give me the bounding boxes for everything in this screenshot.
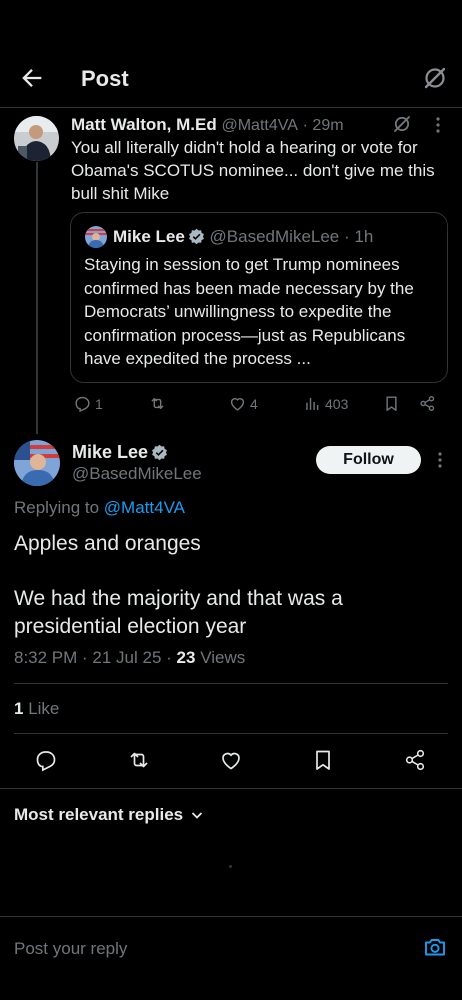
replies-sort-dropdown[interactable]: Most relevant replies (14, 805, 205, 825)
reply-composer (0, 916, 462, 1000)
avatar[interactable] (14, 440, 60, 486)
grok-icon[interactable] (392, 114, 412, 134)
heart-icon (230, 398, 245, 411)
heart-icon[interactable] (219, 748, 243, 772)
verified-badge-icon (188, 228, 205, 245)
tweet-time: · 29m (302, 117, 344, 134)
share-icon (420, 396, 435, 411)
likes-count: 1 (14, 699, 24, 718)
reply-input[interactable] (14, 937, 394, 961)
tweet-timestamp: 8:32 PM · 21 Jul 25 · (14, 648, 177, 667)
quoted-tweet-card[interactable]: Mike Lee @BasedMikeLee · 1h Staying in s… (70, 212, 448, 383)
page-title: Post (81, 66, 129, 91)
bookmark-icon (386, 396, 397, 411)
tweet-text: You all literally didn't hold a hearing … (71, 138, 435, 203)
more-options-icon[interactable] (430, 450, 450, 470)
tweet-meta: 8:32 PM · 21 Jul 25 · 23 Views (14, 648, 245, 668)
avatar (85, 226, 107, 248)
view-count: 403 (325, 395, 349, 412)
chevron-down-icon (191, 812, 203, 819)
views-chart-icon (306, 397, 319, 410)
parent-tweet-header: Matt Walton, M.Ed @Matt4VA · 29m (71, 115, 344, 135)
replying-to-label: Replying to (14, 498, 100, 517)
author-name[interactable]: Matt Walton, M.Ed (71, 115, 217, 134)
tweet-text: Apples and oranges We had the majority a… (14, 530, 444, 641)
parent-tweet-actions: 1 4 403 (70, 394, 448, 418)
reply-button[interactable]: 1 (73, 394, 103, 413)
author-name[interactable]: Mike Lee (72, 442, 148, 462)
share-icon[interactable] (403, 748, 427, 772)
like-button[interactable]: 4 (228, 394, 258, 413)
views-count: 23 (176, 648, 196, 667)
tweet-text-line: We had the majority and that was a presi… (14, 587, 343, 638)
likes-summary[interactable]: 1 Like (14, 699, 59, 719)
views-button[interactable]: 403 (303, 394, 348, 413)
tweet-time: · 1h (344, 227, 374, 246)
like-count: 4 (250, 395, 258, 412)
loading-indicator (229, 865, 232, 868)
author-name: Mike Lee (113, 227, 185, 246)
repost-icon (151, 398, 164, 409)
divider (0, 788, 462, 789)
main-tweet-actions (0, 748, 462, 774)
divider (14, 683, 448, 684)
likes-label: Like (28, 699, 60, 718)
more-options-icon[interactable] (428, 115, 448, 135)
divider (14, 733, 448, 734)
bookmark-button[interactable] (382, 394, 401, 413)
thread-connector-line (36, 162, 38, 434)
sort-label: Most relevant replies (14, 805, 184, 824)
tweet-text-line: Apples and oranges (14, 532, 201, 555)
share-button[interactable] (418, 394, 437, 413)
follow-button[interactable]: Follow (316, 446, 421, 474)
repost-button[interactable] (148, 394, 167, 413)
repost-icon[interactable] (127, 748, 151, 772)
quoted-tweet-header: Mike Lee @BasedMikeLee · 1h (113, 227, 373, 247)
author-handle: @BasedMikeLee (209, 227, 340, 246)
author-handle[interactable]: @BasedMikeLee (72, 464, 202, 484)
quoted-tweet-text: Staying in session to get Trump nominees… (84, 255, 414, 368)
avatar[interactable] (14, 116, 59, 161)
verified-badge-icon (151, 444, 168, 461)
reply-icon[interactable] (34, 748, 58, 772)
grok-icon[interactable] (422, 65, 448, 91)
reply-count: 1 (95, 395, 103, 412)
views-label: Views (200, 648, 246, 667)
camera-icon[interactable] (423, 935, 447, 959)
replying-to-link[interactable]: @Matt4VA (104, 498, 185, 517)
replying-to-line: Replying to @Matt4VA (14, 498, 185, 518)
reply-icon (75, 396, 90, 413)
bookmark-icon[interactable] (311, 748, 335, 772)
header-bar: Post (0, 48, 462, 108)
author-name-row: Mike Lee (72, 442, 168, 463)
back-arrow-icon[interactable] (18, 64, 46, 92)
author-handle[interactable]: @Matt4VA (221, 117, 297, 134)
